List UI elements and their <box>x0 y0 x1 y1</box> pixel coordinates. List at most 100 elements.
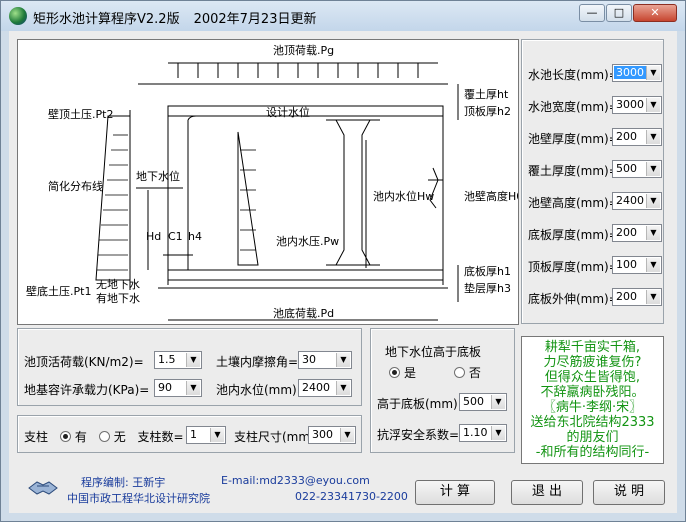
water-level-select[interactable]: 2400 ▼ <box>298 379 352 397</box>
top-slab-label: 顶板厚h2 <box>464 104 511 118</box>
column-yes-label: 有 <box>74 430 87 444</box>
calculate-button[interactable]: 计 算 <box>415 480 495 505</box>
help-button[interactable]: 说 明 <box>593 480 665 505</box>
bearing-label: 地基容许承载力(KPa)= <box>24 383 150 397</box>
groundwater-label: 地下水位 <box>136 169 180 183</box>
chevron-down-icon: ▼ <box>491 395 505 409</box>
h4-label: h4 <box>188 230 202 243</box>
bearing-select[interactable]: 90 ▼ <box>154 379 202 397</box>
title-label: 矩形水池计算程序V2.2版 <box>33 12 180 27</box>
design-water-level-label: 设计水位 <box>266 105 310 119</box>
radio-on-icon <box>59 431 71 442</box>
safety-factor-label: 抗浮安全系数= <box>377 428 460 442</box>
water-level-label: 池内水位(mm)= <box>216 383 307 397</box>
close-button[interactable]: ✕ <box>633 4 677 22</box>
friction-label: 土壤内摩擦角= <box>216 355 299 369</box>
chevron-down-icon: ▼ <box>186 381 200 395</box>
column-panel: 支柱 有 无 支柱数= 1 ▼ 支柱尺寸(mm) 300 ▼ <box>17 415 362 453</box>
groundwater-panel: 地下水位高于底板 是 否 高于底板(mm)= 500 ▼ 抗浮安全系数= 1.10… <box>370 328 515 453</box>
soil-cover-label: 覆土厚ht <box>464 88 509 101</box>
parameter-panel: 水池长度(mm)= 3000 ▼ 水池宽度(mm)= 3000 ▼ 池壁厚度(mm)… <box>521 39 664 324</box>
friction-select[interactable]: 30 ▼ <box>298 351 352 369</box>
title-bar: 矩形水池计算程序V2.2版 2002年7月23日更新 — □ ✕ <box>1 1 685 31</box>
slab-extension-select[interactable]: 200 ▼ <box>612 288 662 306</box>
no-groundwater-label: 无地下水 <box>96 278 140 291</box>
roof-load-label: 池顶荷载.Pg <box>273 44 334 57</box>
bottom-slab-label: 底板厚h1 <box>464 264 511 278</box>
param-label-5: 底板厚度(mm)= <box>528 228 619 242</box>
chevron-down-icon: ▼ <box>646 194 660 208</box>
internal-pressure-label: 池内水压.Pw <box>276 234 339 248</box>
water-depth-label: 池内水位Hw <box>373 189 434 203</box>
wall-height-label: 池壁高度H0 <box>464 189 518 203</box>
groundwater-no-radio[interactable]: 否 <box>453 366 481 380</box>
pool-width-select[interactable]: 3000 ▼ <box>612 96 662 114</box>
main-window: 矩形水池计算程序V2.2版 2002年7月23日更新 — □ ✕ 池顶荷载.Pg… <box>0 0 686 522</box>
chevron-down-icon: ▼ <box>646 66 660 80</box>
phone-credit: 022-23341730-2200 <box>295 490 408 503</box>
chevron-down-icon: ▼ <box>646 290 660 304</box>
groundwater-no-label: 否 <box>468 366 481 380</box>
with-groundwater-label: 有地下水 <box>96 291 140 305</box>
chevron-down-icon: ▼ <box>210 428 224 442</box>
column-count-label: 支柱数= <box>137 430 184 444</box>
column-no-radio[interactable]: 无 <box>98 430 126 444</box>
radio-on-icon <box>389 367 400 378</box>
poem-line: 力尽筋疲谁复伤? <box>543 355 642 370</box>
groundwater-yes-radio[interactable]: 是 <box>389 366 416 380</box>
simplified-load-label: 简化分布线 <box>48 179 103 193</box>
poem-line: 耕犁千亩实千箱, <box>544 340 641 355</box>
column-size-select[interactable]: 300 ▼ <box>308 426 356 444</box>
column-size-label: 支柱尺寸(mm) <box>234 430 315 444</box>
bottom-slab-select[interactable]: 200 ▼ <box>612 224 662 242</box>
soil-cover-select[interactable]: 500 ▼ <box>612 160 662 178</box>
poem-box: 耕犁千亩实千箱, 力尽筋疲谁复伤? 但得众生皆得饱, 不辞羸病卧残阳。 〖病牛·… <box>521 336 664 464</box>
client-area: 池顶荷载.Pg 壁顶土压.Pt2 设计水位 覆土厚ht 顶板厚h2 简化分布线 … <box>9 31 677 513</box>
c1-label: C1 <box>168 230 183 243</box>
safety-factor-select[interactable]: 1.10 ▼ <box>459 424 507 442</box>
hd-label: Hd <box>146 230 161 243</box>
handshake-icon <box>27 474 59 500</box>
maximize-button[interactable]: □ <box>606 4 632 22</box>
chevron-down-icon: ▼ <box>340 428 354 442</box>
param-label-6: 顶板厚度(mm)= <box>528 260 619 274</box>
chevron-down-icon: ▼ <box>646 226 660 240</box>
radio-off-icon <box>453 367 465 378</box>
cushion-label: 垫层厚h3 <box>464 281 511 295</box>
param-label-4: 池壁高度(mm)= <box>528 196 619 210</box>
groundwater-height-select[interactable]: 500 ▼ <box>459 393 507 411</box>
column-yes-radio[interactable]: 有 <box>59 430 87 444</box>
top-slab-select[interactable]: 100 ▼ <box>612 256 662 274</box>
load-panel: 池顶活荷载(KN/m2)= 1.5 ▼ 地基容许承载力(KPa)= 90 ▼ 土壤内… <box>17 328 362 406</box>
param-label-1: 水池宽度(mm)= <box>528 100 619 114</box>
column-count-select[interactable]: 1 ▼ <box>186 426 226 444</box>
org-credit: 中国市政工程华北设计研究院 <box>67 492 210 505</box>
pool-length-select[interactable]: 3000 ▼ <box>612 64 662 82</box>
wall-thickness-select[interactable]: 200 ▼ <box>612 128 662 146</box>
poem-line: 〖病牛·李纲·宋〗 <box>542 400 643 415</box>
groundwater-yes-label: 是 <box>404 366 417 380</box>
pool-section-drawing: 池顶荷载.Pg 壁顶土压.Pt2 设计水位 覆土厚ht 顶板厚h2 简化分布线 … <box>17 39 523 325</box>
wall-top-pressure-label: 壁顶土压.Pt2 <box>48 107 113 121</box>
poem-line: 送给东北院结构2333 <box>530 415 655 430</box>
chevron-down-icon: ▼ <box>646 130 660 144</box>
chevron-down-icon: ▼ <box>336 353 350 367</box>
column-no-label: 无 <box>113 430 126 444</box>
chevron-down-icon: ▼ <box>491 426 505 440</box>
wall-height-select[interactable]: 2400 ▼ <box>612 192 662 210</box>
param-label-3: 覆土厚度(mm)= <box>528 164 619 178</box>
param-label-7: 底板外伸(mm)= <box>528 292 619 306</box>
minimize-button[interactable]: — <box>579 4 605 22</box>
exit-button[interactable]: 退 出 <box>511 480 583 505</box>
param-label-0: 水池长度(mm)= <box>528 68 619 82</box>
column-label: 支柱 <box>24 430 49 444</box>
groundwater-height-label: 高于底板(mm)= <box>377 397 468 411</box>
live-load-select[interactable]: 1.5 ▼ <box>154 351 202 369</box>
bottom-load-label: 池底荷载.Pd <box>273 306 334 320</box>
globe-icon <box>9 7 27 25</box>
chevron-down-icon: ▼ <box>646 98 660 112</box>
window-title: 矩形水池计算程序V2.2版 2002年7月23日更新 <box>33 8 316 27</box>
column-title: 支柱 有 无 支柱数= <box>24 428 184 445</box>
author-credit: 程序编制: 王新宇 <box>81 476 166 489</box>
param-label-2: 池壁厚度(mm)= <box>528 132 619 146</box>
